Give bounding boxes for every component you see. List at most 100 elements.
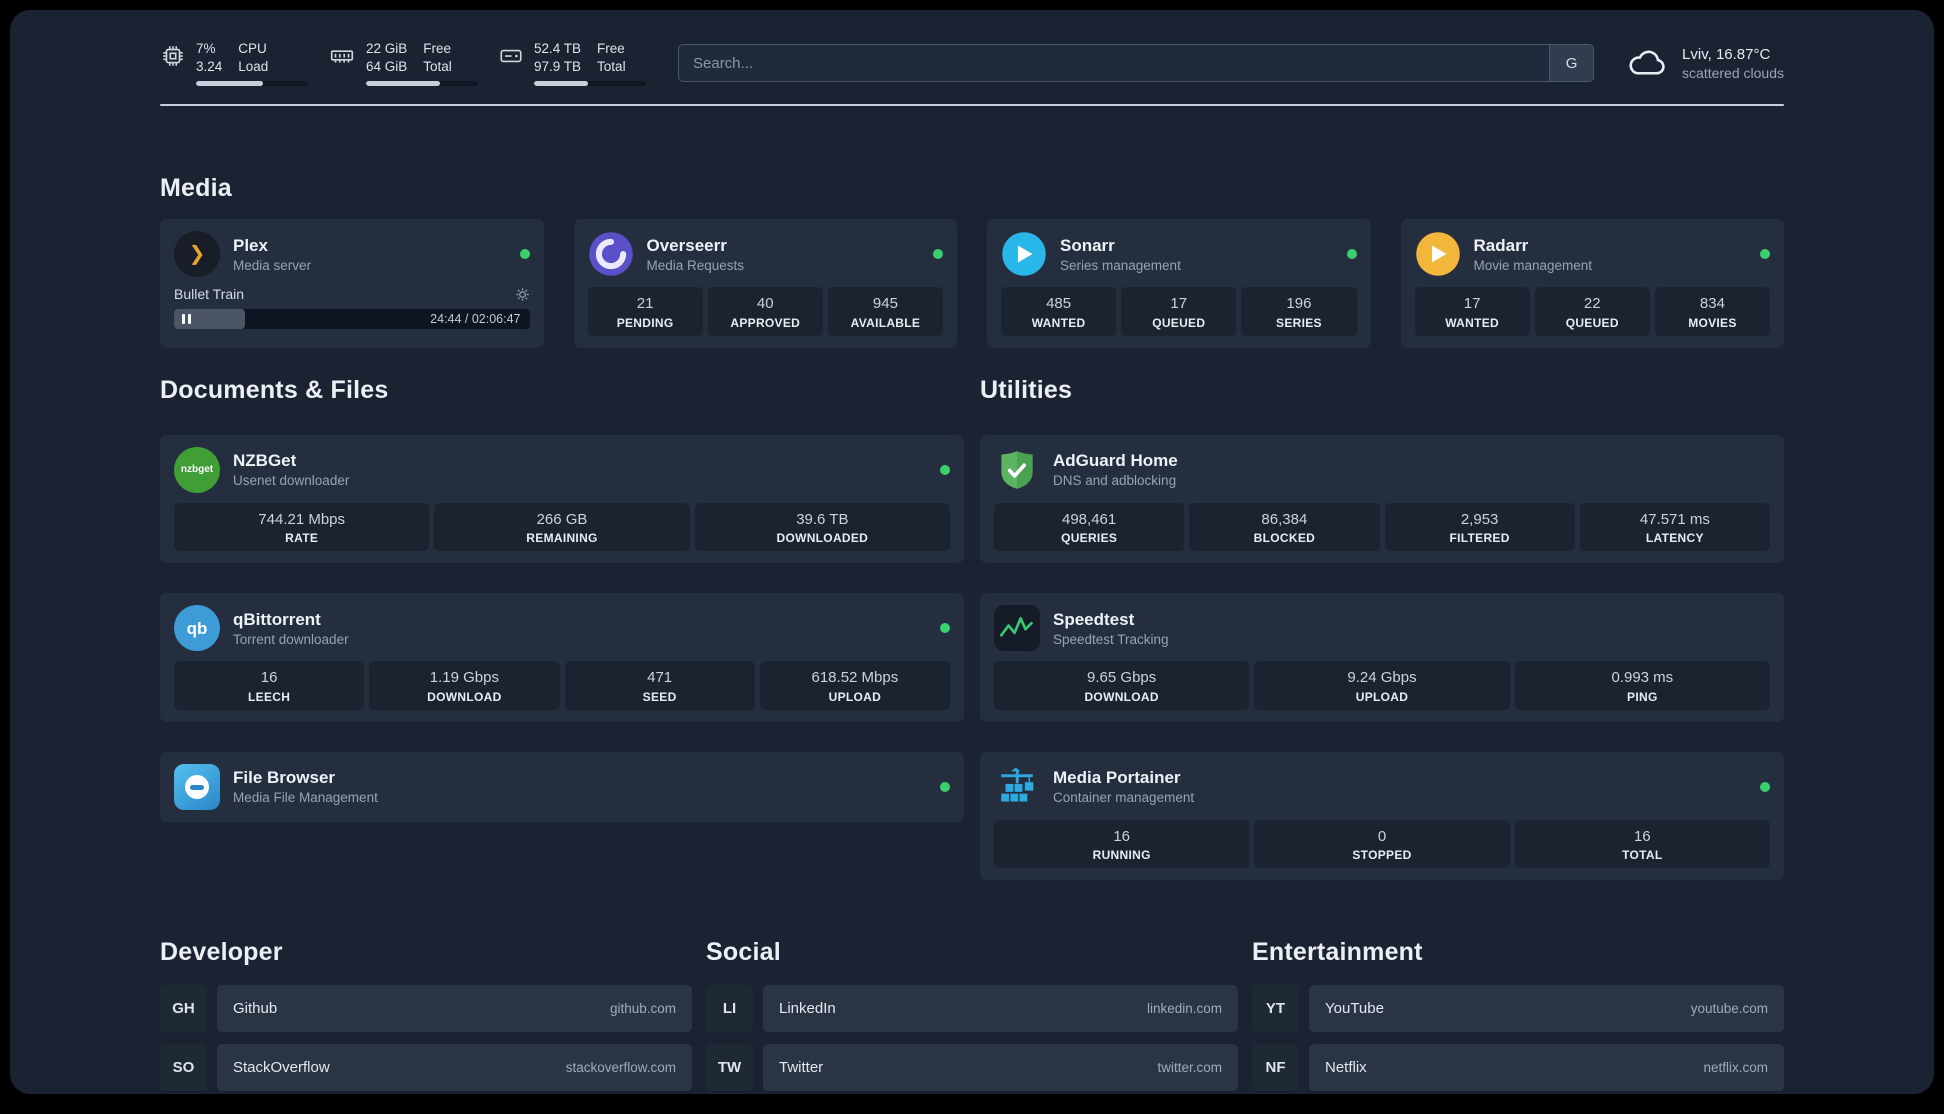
service-name: Radarr [1473, 235, 1529, 255]
disk-total-label: Total [597, 59, 626, 75]
stat-running: 16 RUNNING [994, 819, 1250, 869]
cpu-percent: 7% [196, 41, 216, 56]
system-metrics: 7% 3.24 CPU Load 22 GiB 64 GiB Free Tota… [160, 40, 646, 87]
disk-free-value: 52.4 TB [534, 41, 582, 56]
cpu-label: CPU [238, 41, 267, 56]
bookmark-abbr: TW [706, 1044, 753, 1092]
service-card-portainer[interactable]: Media Portainer Container management 16 … [980, 751, 1784, 881]
status-dot [940, 623, 950, 634]
bookmark-name: Netflix [1325, 1059, 1367, 1077]
bookmark-twitter[interactable]: TW Twitter twitter.com [706, 1044, 1238, 1092]
section-title-documents: Documents & Files [160, 375, 389, 404]
documents-column: Documents & Files nzbget NZBGet Usenet d… [160, 348, 964, 881]
service-name: Speedtest [1053, 609, 1135, 629]
disk-icon [498, 43, 524, 69]
bookmark-youtube[interactable]: YT YouTube youtube.com [1252, 985, 1784, 1033]
stat-upload: 618.52 Mbps UPLOAD [759, 661, 950, 710]
search-bar: G [678, 44, 1595, 83]
status-dot [940, 781, 950, 792]
stat-total: 16 TOTAL [1514, 819, 1770, 869]
service-subtitle: Container management [1053, 790, 1195, 806]
bookmark-github[interactable]: GH Github github.com [160, 985, 692, 1033]
service-subtitle: DNS and adblocking [1053, 473, 1177, 489]
plex-now-playing: Bullet Train 24:44 / 02:06:47 [174, 286, 530, 330]
memory-icon [328, 43, 356, 69]
cpu-widget: 7% 3.24 CPU Load [160, 40, 308, 87]
service-card-overseerr[interactable]: Overseerr Media Requests 21 PENDING 40 A… [573, 219, 957, 348]
stat-latency: 47.571 ms LATENCY [1579, 502, 1770, 552]
stat-available: 945 AVAILABLE [827, 287, 944, 336]
cpu-usage-bar [196, 81, 308, 87]
service-name: NZBGet [233, 451, 297, 471]
now-playing-title: Bullet Train [174, 286, 245, 303]
bookmark-name: StackOverflow [233, 1059, 330, 1077]
stat-download: 1.19 Gbps DOWNLOAD [369, 661, 560, 710]
service-card-speedtest[interactable]: Speedtest Speedtest Tracking 9.65 Gbps D… [980, 593, 1784, 722]
service-card-plex[interactable]: ❯ Plex Media server Bullet Train 24:44 /… [160, 219, 544, 348]
bookmark-group-social: Social LI LinkedIn linkedin.com TW Twitt… [706, 938, 1238, 1092]
disk-usage-bar [534, 81, 646, 87]
service-card-radarr[interactable]: Radarr Movie management 17 WANTED 22 QUE… [1400, 219, 1784, 348]
bookmark-name: Twitter [779, 1059, 824, 1077]
service-card-filebrowser[interactable]: File Browser Media File Management [160, 751, 964, 822]
stat-downloaded: 39.6 TB DOWNLOADED [694, 502, 950, 552]
service-card-nzbget[interactable]: nzbget NZBGet Usenet downloader 744.21 M… [160, 434, 964, 564]
search-provider-button[interactable]: G [1549, 45, 1594, 82]
disk-total-value: 97.9 TB [534, 59, 582, 75]
service-name: Sonarr [1060, 235, 1115, 255]
status-dot [1760, 249, 1770, 260]
service-card-sonarr[interactable]: Sonarr Series management 485 WANTED 17 Q… [987, 219, 1371, 348]
stat-download: 9.65 Gbps DOWNLOAD [994, 661, 1250, 710]
service-card-qbittorrent[interactable]: qb qBittorrent Torrent downloader 16 LEE… [160, 593, 964, 722]
bookmark-abbr: YT [1252, 985, 1299, 1033]
weather-location: Lviv, 16.87°C [1682, 45, 1771, 63]
memory-usage-fill [366, 81, 440, 87]
stat-wanted: 485 WANTED [1001, 287, 1117, 336]
plex-icon: ❯ [174, 231, 220, 278]
bookmark-linkedin[interactable]: LI LinkedIn linkedin.com [706, 985, 1238, 1033]
memory-free-value: 22 GiB [366, 41, 408, 56]
bookmark-abbr: LI [706, 985, 753, 1033]
cpu-load-value: 3.24 [196, 59, 223, 75]
weather-widget[interactable]: Lviv, 16.87°C scattered clouds [1626, 46, 1784, 81]
cpu-icon [160, 43, 186, 69]
bookmark-stackoverflow[interactable]: SO StackOverflow stackoverflow.com [160, 1044, 692, 1092]
pause-icon[interactable] [182, 314, 191, 325]
service-name: Media Portainer [1053, 768, 1181, 788]
nzbget-icon: nzbget [174, 446, 220, 493]
bookmark-name: Github [233, 1000, 278, 1018]
gear-icon[interactable] [515, 287, 530, 302]
weather-condition: scattered clouds [1682, 64, 1784, 81]
portainer-icon [994, 764, 1040, 810]
section-title-media: Media [160, 174, 232, 203]
service-name: AdGuard Home [1053, 451, 1178, 471]
topbar: 7% 3.24 CPU Load 22 GiB 64 GiB Free Tota… [160, 40, 1784, 87]
stat-blocked: 86,384 BLOCKED [1189, 502, 1380, 552]
qbittorrent-icon: qb [174, 605, 220, 652]
bookmark-abbr: SO [160, 1044, 207, 1092]
stat-upload: 9.24 Gbps UPLOAD [1254, 661, 1510, 710]
stat-ping: 0.993 ms PING [1514, 661, 1770, 710]
cpu-usage-fill [196, 81, 264, 87]
cpu-load-label: Load [238, 59, 269, 75]
utilities-column: Utilities AdGuard Home DNS and adblockin… [980, 348, 1784, 881]
stat-movies: 834 MOVIES [1654, 287, 1771, 336]
filebrowser-icon [174, 763, 220, 810]
sonarr-icon [1001, 231, 1047, 277]
service-subtitle: Torrent downloader [233, 631, 349, 647]
service-subtitle: Movie management [1473, 257, 1593, 273]
bookmark-name: YouTube [1325, 1000, 1384, 1018]
disk-usage-fill [534, 81, 588, 87]
service-subtitle: Usenet downloader [233, 473, 350, 489]
bookmark-abbr: GH [160, 985, 207, 1033]
bookmark-netflix[interactable]: NF Netflix netflix.com [1252, 1044, 1784, 1092]
adguard-icon [994, 447, 1040, 493]
memory-usage-bar [366, 81, 478, 87]
stat-queued: 22 QUEUED [1534, 287, 1650, 336]
playback-progress-bar[interactable]: 24:44 / 02:06:47 [174, 309, 530, 330]
disk-widget: 52.4 TB 97.9 TB Free Total [498, 40, 646, 87]
bookmark-url: youtube.com [1690, 1001, 1768, 1017]
service-card-adguard[interactable]: AdGuard Home DNS and adblocking 498,461 … [980, 434, 1784, 564]
memory-total-value: 64 GiB [366, 59, 408, 75]
search-input[interactable] [679, 45, 1550, 82]
